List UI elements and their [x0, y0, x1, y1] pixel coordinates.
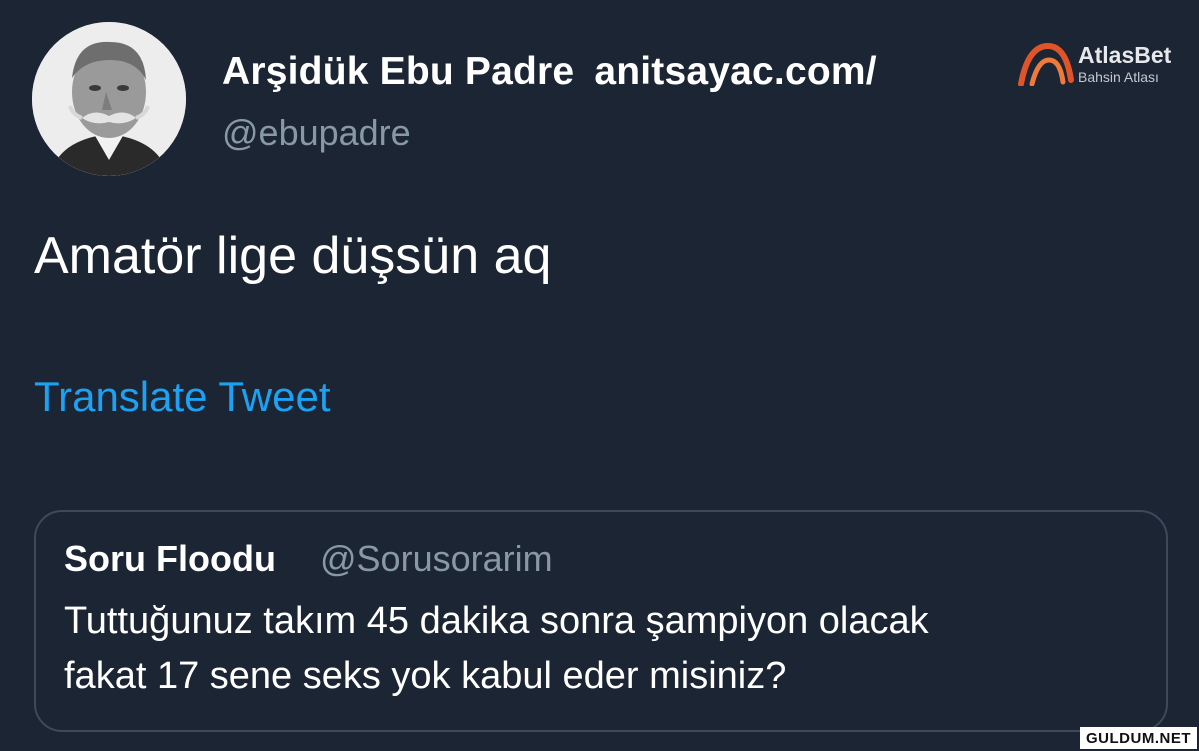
tweet: Arşidük Ebu Padre anitsayac.com/ @ebupadr… [0, 0, 1199, 751]
author-name-suffix: anitsayac.com/ [594, 50, 877, 93]
author-display-name[interactable]: Arşidük Ebu Padre anitsayac.com/ [222, 50, 877, 94]
brand-name: AtlasBet [1078, 42, 1172, 68]
quoted-author-name: Soru Floodu [64, 538, 276, 579]
brand-tagline: Bahsin Atlası [1078, 69, 1159, 85]
author-handle[interactable]: @ebupadre [222, 112, 411, 154]
quoted-tweet-line: Tuttuğunuz takım 45 dakika sonra şampiyo… [64, 600, 929, 642]
site-watermark: GULDUM.NET [1080, 727, 1197, 749]
translate-tweet-link[interactable]: Translate Tweet [34, 373, 330, 421]
profile-photo-icon [32, 22, 186, 176]
quoted-tweet-card[interactable]: Soru Floodu @Sorusorarim Tuttuğunuz takı… [34, 510, 1168, 732]
tweet-text: Amatör lige düşsün aq [34, 227, 552, 285]
brand-watermark: AtlasBet Bahsin Atlası [1016, 36, 1194, 90]
atlasbet-arc-logo-icon [1018, 42, 1074, 86]
quoted-author-handle: @Sorusorarim [320, 538, 553, 579]
avatar[interactable] [32, 22, 186, 176]
quoted-tweet-text: Tuttuğunuz takım 45 dakika sonra şampiyo… [64, 594, 1144, 704]
quoted-tweet-line: fakat 17 sene seks yok kabul eder misini… [64, 655, 787, 697]
author-name: Arşidük Ebu Padre [222, 50, 575, 93]
